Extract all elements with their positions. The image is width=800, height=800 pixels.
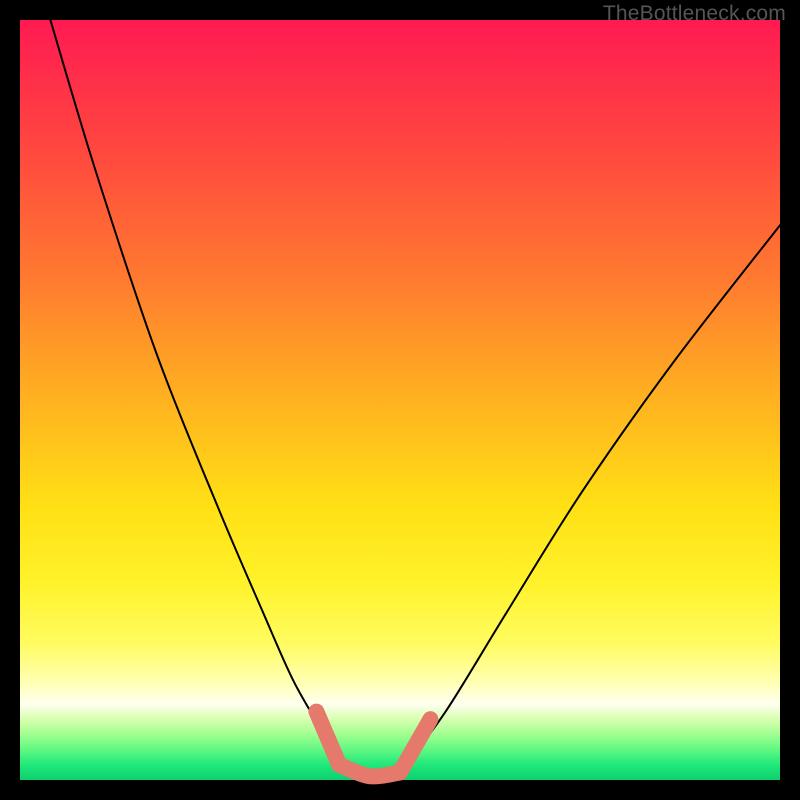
- curve-left-branch: [50, 20, 339, 765]
- chart-frame: TheBottleneck.com: [0, 0, 800, 800]
- overlay-right-tip: [400, 719, 430, 772]
- watermark-text: TheBottleneck.com: [603, 2, 786, 26]
- curve-right-branch: [400, 225, 780, 772]
- overlay-floor: [339, 765, 400, 777]
- overlay-left-tip: [316, 712, 339, 765]
- chart-svg: [20, 20, 780, 780]
